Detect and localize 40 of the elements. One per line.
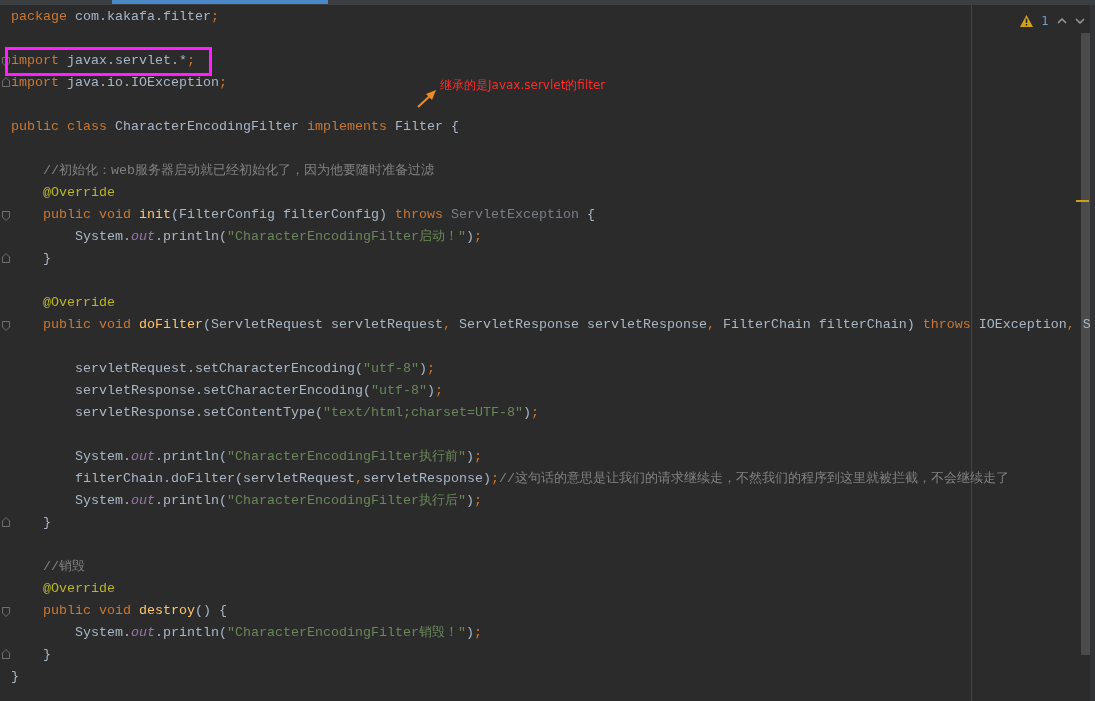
warning-icon[interactable] — [1020, 15, 1034, 27]
code-comment: //初始化：web服务器启动就已经初始化了，因为他要随时准备过滤 — [43, 162, 434, 180]
chevron-down-icon[interactable] — [1075, 18, 1085, 24]
code-line: @Override — [43, 294, 115, 312]
fold-icon[interactable] — [2, 211, 10, 221]
code-line: filterChain.doFilter(servletRequest,servletResponse);//这句话的意思是让我们的请求继续走，不然我们的程序到这里就被拦截，不会继续走了 — [75, 470, 1009, 488]
code-line: public void destroy() { — [43, 602, 227, 620]
unfold-icon[interactable] — [2, 517, 10, 527]
code-line: import java.io.IOException; — [11, 74, 227, 92]
code-line: public class CharacterEncodingFilter implements Filter { — [11, 118, 459, 136]
chevron-up-icon[interactable] — [1057, 18, 1067, 24]
code-line: @Override — [43, 580, 115, 598]
unfold-icon[interactable] — [2, 253, 10, 263]
code-line: } — [43, 646, 51, 664]
warning-marker[interactable] — [1076, 200, 1089, 202]
code-line: import javax.servlet.*; — [11, 52, 195, 70]
fold-icon[interactable] — [2, 321, 10, 331]
code-line: servletResponse.setCharacterEncoding("utf-8"); — [75, 382, 443, 400]
code-line: @Override — [43, 184, 115, 202]
fold-icon[interactable] — [2, 57, 10, 67]
unfold-icon[interactable] — [2, 649, 10, 659]
annotation-text: 继承的是Javax.servlet的filter — [440, 77, 606, 94]
code-line: } — [43, 514, 51, 532]
code-line: } — [43, 250, 51, 268]
scrollbar-thumb[interactable] — [1081, 33, 1090, 655]
code-line: servletResponse.setContentType("text/html;charset=UTF-8"); — [75, 404, 539, 422]
code-line: System.out.println("CharacterEncodingFilter销毁！"); — [75, 624, 482, 642]
code-comment: //销毁 — [43, 558, 85, 576]
code-line: public void doFilter(ServletRequest servletRequest, ServletResponse servletResponse, FilterChain filterChain) throws IOException, S — [43, 316, 1091, 334]
fold-icon[interactable] — [2, 607, 10, 617]
code-line: System.out.println("CharacterEncodingFilter执行后"); — [75, 492, 482, 510]
annotation-arrow — [416, 89, 438, 109]
code-line: } — [11, 668, 19, 686]
code-line: public void init(FilterConfig filterConfig) throws ServletException { — [43, 206, 595, 224]
code-line: servletRequest.setCharacterEncoding("utf-8"); — [75, 360, 435, 378]
code-line: System.out.println("CharacterEncodingFilter启动！"); — [75, 228, 482, 246]
unfold-icon[interactable] — [2, 77, 10, 87]
code-line: System.out.println("CharacterEncodingFilter执行前"); — [75, 448, 482, 466]
warning-count: 1 — [1041, 13, 1049, 30]
code-line: package com.kakafa.filter; — [11, 8, 219, 26]
